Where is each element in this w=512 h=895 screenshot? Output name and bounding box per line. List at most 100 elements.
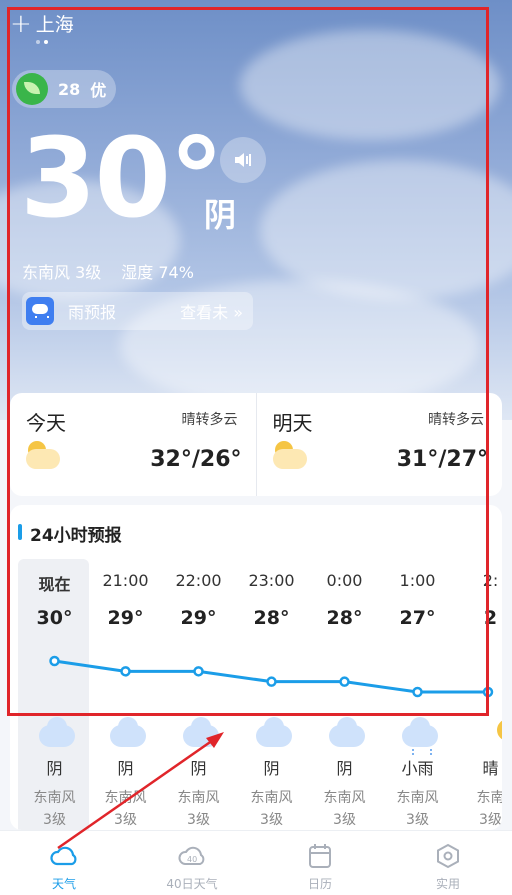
tab-label: 日历: [307, 877, 332, 891]
hour-temp: 28°: [253, 607, 290, 629]
hour-wind-level: 3级: [479, 812, 502, 828]
svg-text:40: 40: [187, 855, 197, 864]
hour-time: 21:00: [102, 571, 149, 590]
hour-wind-level: 3级: [187, 812, 210, 828]
aqi-badge[interactable]: 28 优: [12, 70, 116, 108]
temperature-point: [120, 666, 131, 677]
hourly-temperature-chart: [49, 655, 494, 698]
hour-wind-dir: 东南风: [323, 790, 366, 806]
hour-weather: 阴: [336, 759, 353, 778]
rain-icon: [26, 297, 54, 325]
hour-wind: 东南风 3级: [162, 787, 235, 830]
tab-label: 实用: [435, 877, 460, 891]
day-condition: 晴转多云: [428, 412, 484, 428]
rain-forecast-bar[interactable]: 雨预报 查看未 »: [22, 292, 253, 330]
leaf-icon: [16, 73, 48, 105]
temperature-point: [49, 655, 60, 667]
plus-icon[interactable]: +: [10, 11, 32, 37]
hour-weather: 晴: [482, 759, 499, 778]
hour-wind: 东南风 3级: [308, 787, 381, 830]
hour-wind-dir: 东南风: [396, 790, 439, 806]
hour-temp: 29°: [107, 607, 144, 629]
current-condition: 阴: [204, 196, 237, 234]
hour-time: 22:00: [175, 571, 222, 590]
hour-wind: 东南风 3级: [18, 787, 91, 830]
cloud-icon: [35, 717, 75, 747]
calendar-icon: [306, 843, 334, 869]
temperature-point: [412, 686, 423, 698]
sun-cloud-icon: [471, 719, 502, 747]
page-indicator: [36, 40, 48, 44]
sun-cloud-icon: [271, 439, 311, 471]
hour-temp: 29°: [180, 607, 217, 629]
hour-wind-level: 3级: [114, 812, 137, 828]
day-condition: 晴转多云: [181, 412, 238, 428]
hour-wind-level: 3级: [260, 812, 283, 828]
hour-weather: 阴: [190, 759, 207, 778]
day-temp-range: 31°/27°: [396, 447, 488, 472]
hour-time: 2:: [482, 571, 499, 590]
rain-label: 雨预报: [68, 303, 117, 322]
hour-temp: 2: [483, 607, 498, 629]
hour-temp: 28°: [326, 607, 363, 629]
hour-temp: 30°: [36, 607, 73, 629]
hour-wind: 东南风 3级: [89, 787, 162, 830]
cloud-icon: [179, 717, 219, 747]
tab-tools[interactable]: 实用: [384, 831, 512, 895]
cloud-icon: [106, 717, 146, 747]
speaker-icon[interactable]: [220, 137, 266, 183]
city-name[interactable]: 上海: [36, 10, 74, 37]
sun-cloud-icon: [24, 439, 64, 471]
tools-icon: [434, 843, 462, 869]
hour-weather: 阴: [46, 759, 63, 778]
humidity-text: 湿度 74%: [121, 263, 194, 282]
hour-wind-dir: 东南风: [250, 790, 293, 806]
hour-wind-dir: 东南风: [33, 790, 76, 806]
header: + 上海: [10, 10, 74, 37]
tab-weather[interactable]: 天气: [0, 831, 128, 895]
temperature-point: [482, 686, 494, 698]
temperature-point: [193, 666, 204, 677]
hour-wind: 东南风 3级: [235, 787, 308, 830]
bottom-tab-bar: 天气 40 40日天气 日历 实用: [0, 830, 512, 895]
cloud-icon: [252, 717, 292, 747]
hour-temp: 27°: [399, 607, 436, 629]
hour-time: 0:00: [326, 571, 363, 590]
hour-wind: 东南风 3级: [381, 787, 454, 830]
wind-text: 东南风 3级: [22, 263, 102, 282]
hour-wind-level: 3级: [333, 812, 356, 828]
day-temp-range: 32°/26°: [150, 447, 242, 472]
hour-wind: 东南 3级: [454, 787, 503, 830]
tab-label: 天气: [51, 877, 76, 891]
today-summary[interactable]: 今天 晴转多云 32°/26°: [10, 393, 257, 496]
hour-wind-level: 3级: [406, 812, 429, 828]
hour-weather: 阴: [117, 759, 134, 778]
rain-cloud-icon: [398, 717, 438, 755]
hourly-forecast-card: 24小时预报 现在 30° 阴东南风 3级 21:00 29° 阴东南风 3级 22:00 29°…: [10, 505, 502, 830]
tab-label: 40日天气: [166, 877, 218, 891]
hour-time: 现在: [38, 575, 71, 594]
hour-wind-level: 3级: [43, 812, 66, 828]
temperature-point: [266, 676, 277, 687]
hourly-title: 24小时预报: [18, 521, 122, 546]
hour-wind-dir: 东南: [476, 790, 503, 806]
hour-wind-dir: 东南风: [177, 790, 220, 806]
tab-40-day[interactable]: 40 40日天气: [128, 831, 256, 895]
tomorrow-summary[interactable]: 明天 晴转多云 31°/27°: [257, 393, 503, 496]
hour-time: 1:00: [399, 571, 436, 590]
weather-cloud-icon: [50, 843, 78, 869]
hour-weather: 小雨: [401, 759, 434, 778]
aqi-level: 优: [90, 81, 107, 100]
cloud-icon: [325, 717, 365, 747]
tab-calendar[interactable]: 日历: [256, 831, 384, 895]
aqi-value: 28: [58, 79, 81, 99]
rain-more-link[interactable]: 查看未 »: [180, 299, 243, 323]
hour-weather: 阴: [263, 759, 280, 778]
daily-summary-card: 今天 晴转多云 32°/26° 明天 晴转多云 31°/27°: [10, 393, 502, 496]
forty-day-icon: 40: [178, 843, 206, 869]
temperature-point: [339, 676, 350, 687]
current-details: 东南风 3级 湿度 74%: [22, 259, 194, 283]
hour-time: 23:00: [248, 571, 295, 590]
current-temperature: 30°: [20, 114, 224, 242]
hour-wind-dir: 东南风: [104, 790, 147, 806]
